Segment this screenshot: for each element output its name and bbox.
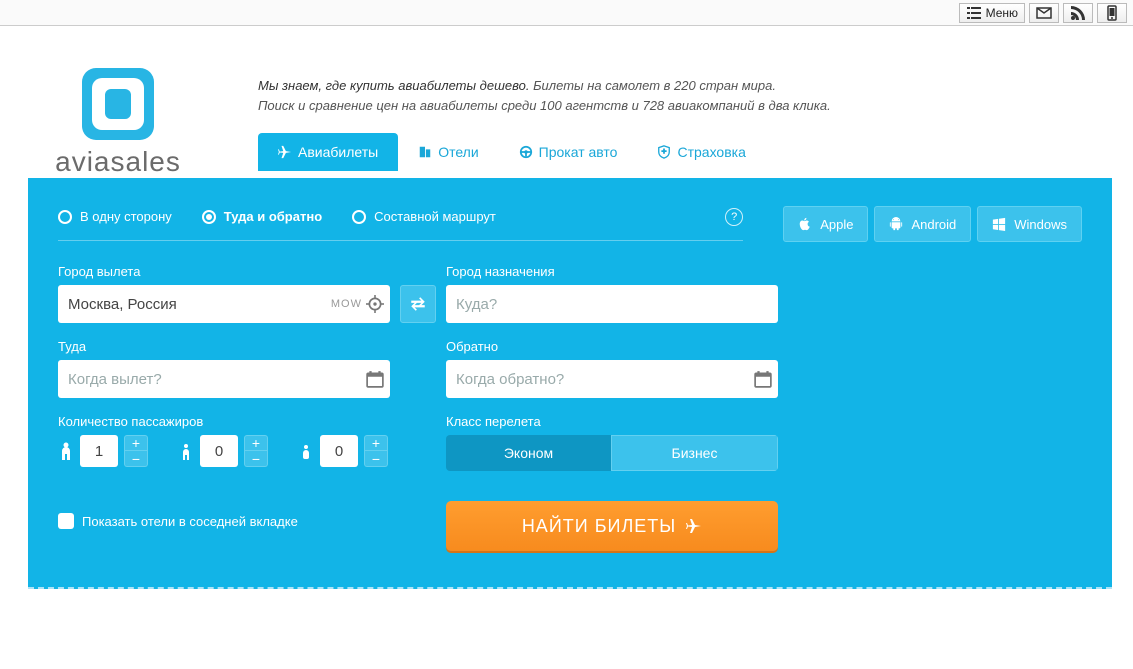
steering-icon bbox=[519, 145, 533, 159]
pax-infant-plus[interactable]: + bbox=[364, 435, 388, 451]
trip-multi[interactable]: Составной маршрут bbox=[352, 209, 496, 224]
class-field: Класс перелета Эконом Бизнес bbox=[446, 414, 778, 471]
tab-insurance[interactable]: Страховка bbox=[637, 133, 765, 171]
pax-child: + − bbox=[178, 435, 268, 467]
depart-input[interactable] bbox=[58, 360, 390, 398]
return-input[interactable] bbox=[446, 360, 778, 398]
apple-label: Apple bbox=[820, 217, 853, 232]
rss-icon bbox=[1070, 5, 1086, 21]
windows-icon bbox=[992, 217, 1006, 231]
from-label: Город вылета bbox=[58, 264, 390, 279]
adult-icon bbox=[58, 442, 74, 460]
mobile-icon bbox=[1104, 5, 1120, 21]
pax-infant-minus[interactable]: − bbox=[364, 451, 388, 467]
browser-topbar: Меню bbox=[0, 0, 1133, 26]
pax-adult: + − bbox=[58, 435, 148, 467]
trip-type-group: В одну сторону Туда и обратно Составной … bbox=[58, 208, 743, 241]
pax-child-minus[interactable]: − bbox=[244, 451, 268, 467]
radio-icon bbox=[202, 210, 216, 224]
depart-label: Туда bbox=[58, 339, 390, 354]
radio-icon bbox=[352, 210, 366, 224]
slogan: Мы знаем, где купить авиабилеты дешево. … bbox=[258, 66, 1112, 115]
search-button[interactable]: НАЙТИ БИЛЕТЫ bbox=[446, 501, 778, 551]
show-hotels-label: Показать отели в соседней вкладке bbox=[82, 514, 298, 529]
menu-button[interactable]: Меню bbox=[959, 3, 1025, 23]
app-links: Apple Android Windows bbox=[783, 206, 1082, 242]
slogan-line2: Поиск и сравнение цен на авиабилеты сред… bbox=[258, 96, 1112, 116]
pax-child-plus[interactable]: + bbox=[244, 435, 268, 451]
plane-icon bbox=[686, 518, 702, 534]
passengers-field: Количество пассажиров + − bbox=[58, 414, 390, 471]
mobile-button[interactable] bbox=[1097, 3, 1127, 23]
tab-cars[interactable]: Прокат авто bbox=[499, 133, 638, 171]
calendar-icon[interactable] bbox=[366, 370, 384, 388]
child-icon bbox=[178, 442, 194, 460]
radio-icon bbox=[58, 210, 72, 224]
pax-adult-input[interactable] bbox=[80, 435, 118, 467]
slogan-line1-strong: Мы знаем, где купить авиабилеты дешево. bbox=[258, 78, 529, 93]
list-icon bbox=[966, 5, 982, 21]
depart-field: Туда bbox=[58, 339, 390, 398]
trip-roundtrip[interactable]: Туда и обратно bbox=[202, 209, 322, 224]
site-header: aviasales Мы знаем, где купить авиабилет… bbox=[28, 66, 1112, 178]
swap-button[interactable] bbox=[400, 285, 436, 323]
tab-insurance-label: Страховка bbox=[677, 144, 745, 160]
checkbox-icon bbox=[58, 513, 74, 529]
pax-infant-input[interactable] bbox=[320, 435, 358, 467]
pax-infant: + − bbox=[298, 435, 388, 467]
brand-name: aviasales bbox=[55, 146, 181, 178]
to-field: Город назначения bbox=[446, 264, 778, 323]
tab-flights[interactable]: Авиабилеты bbox=[258, 133, 398, 171]
tab-hotels-label: Отели bbox=[438, 144, 478, 160]
plane-icon bbox=[278, 145, 292, 159]
trip-roundtrip-label: Туда и обратно bbox=[224, 209, 322, 224]
trip-oneway-label: В одну сторону bbox=[80, 209, 172, 224]
main-tabs: Авиабилеты Отели Прокат авто Страховка bbox=[258, 133, 1112, 171]
logo[interactable]: aviasales bbox=[28, 66, 208, 178]
geolocate-icon[interactable] bbox=[366, 295, 384, 313]
apple-icon bbox=[798, 217, 812, 231]
apple-app-button[interactable]: Apple bbox=[783, 206, 868, 242]
android-icon bbox=[889, 217, 903, 231]
shield-plus-icon bbox=[657, 145, 671, 159]
pax-child-input[interactable] bbox=[200, 435, 238, 467]
mail-icon bbox=[1036, 5, 1052, 21]
trip-oneway[interactable]: В одну сторону bbox=[58, 209, 172, 224]
to-label: Город назначения bbox=[446, 264, 778, 279]
from-field: Город вылета MOW bbox=[58, 264, 390, 323]
building-icon bbox=[418, 145, 432, 159]
android-label: Android bbox=[911, 217, 956, 232]
to-input[interactable] bbox=[446, 285, 778, 323]
class-economy[interactable]: Эконом bbox=[446, 435, 611, 471]
from-iata: MOW bbox=[331, 298, 362, 310]
rss-button[interactable] bbox=[1063, 3, 1093, 23]
windows-app-button[interactable]: Windows bbox=[977, 206, 1082, 242]
search-button-label: НАЙТИ БИЛЕТЫ bbox=[522, 516, 676, 537]
tab-hotels[interactable]: Отели bbox=[398, 133, 498, 171]
tab-flights-label: Авиабилеты bbox=[298, 144, 378, 160]
menu-label: Меню bbox=[986, 6, 1018, 20]
show-hotels-checkbox[interactable]: Показать отели в соседней вкладке bbox=[58, 513, 390, 529]
infant-icon bbox=[298, 442, 314, 460]
slogan-line1-rest: Билеты на самолет в 220 стран мира. bbox=[529, 78, 776, 93]
android-app-button[interactable]: Android bbox=[874, 206, 971, 242]
class-business[interactable]: Бизнес bbox=[611, 435, 778, 471]
search-panel: В одну сторону Туда и обратно Составной … bbox=[28, 178, 1112, 589]
logo-icon bbox=[82, 68, 154, 140]
pax-adult-minus[interactable]: − bbox=[124, 451, 148, 467]
pax-label: Количество пассажиров bbox=[58, 414, 390, 429]
return-label: Обратно bbox=[446, 339, 778, 354]
calendar-icon[interactable] bbox=[754, 370, 772, 388]
pax-adult-plus[interactable]: + bbox=[124, 435, 148, 451]
help-button[interactable]: ? bbox=[725, 208, 743, 226]
swap-icon bbox=[409, 295, 427, 313]
class-label: Класс перелета bbox=[446, 414, 778, 429]
windows-label: Windows bbox=[1014, 217, 1067, 232]
mail-button[interactable] bbox=[1029, 3, 1059, 23]
trip-multi-label: Составной маршрут bbox=[374, 209, 496, 224]
tab-cars-label: Прокат авто bbox=[539, 144, 618, 160]
return-field: Обратно bbox=[446, 339, 778, 398]
